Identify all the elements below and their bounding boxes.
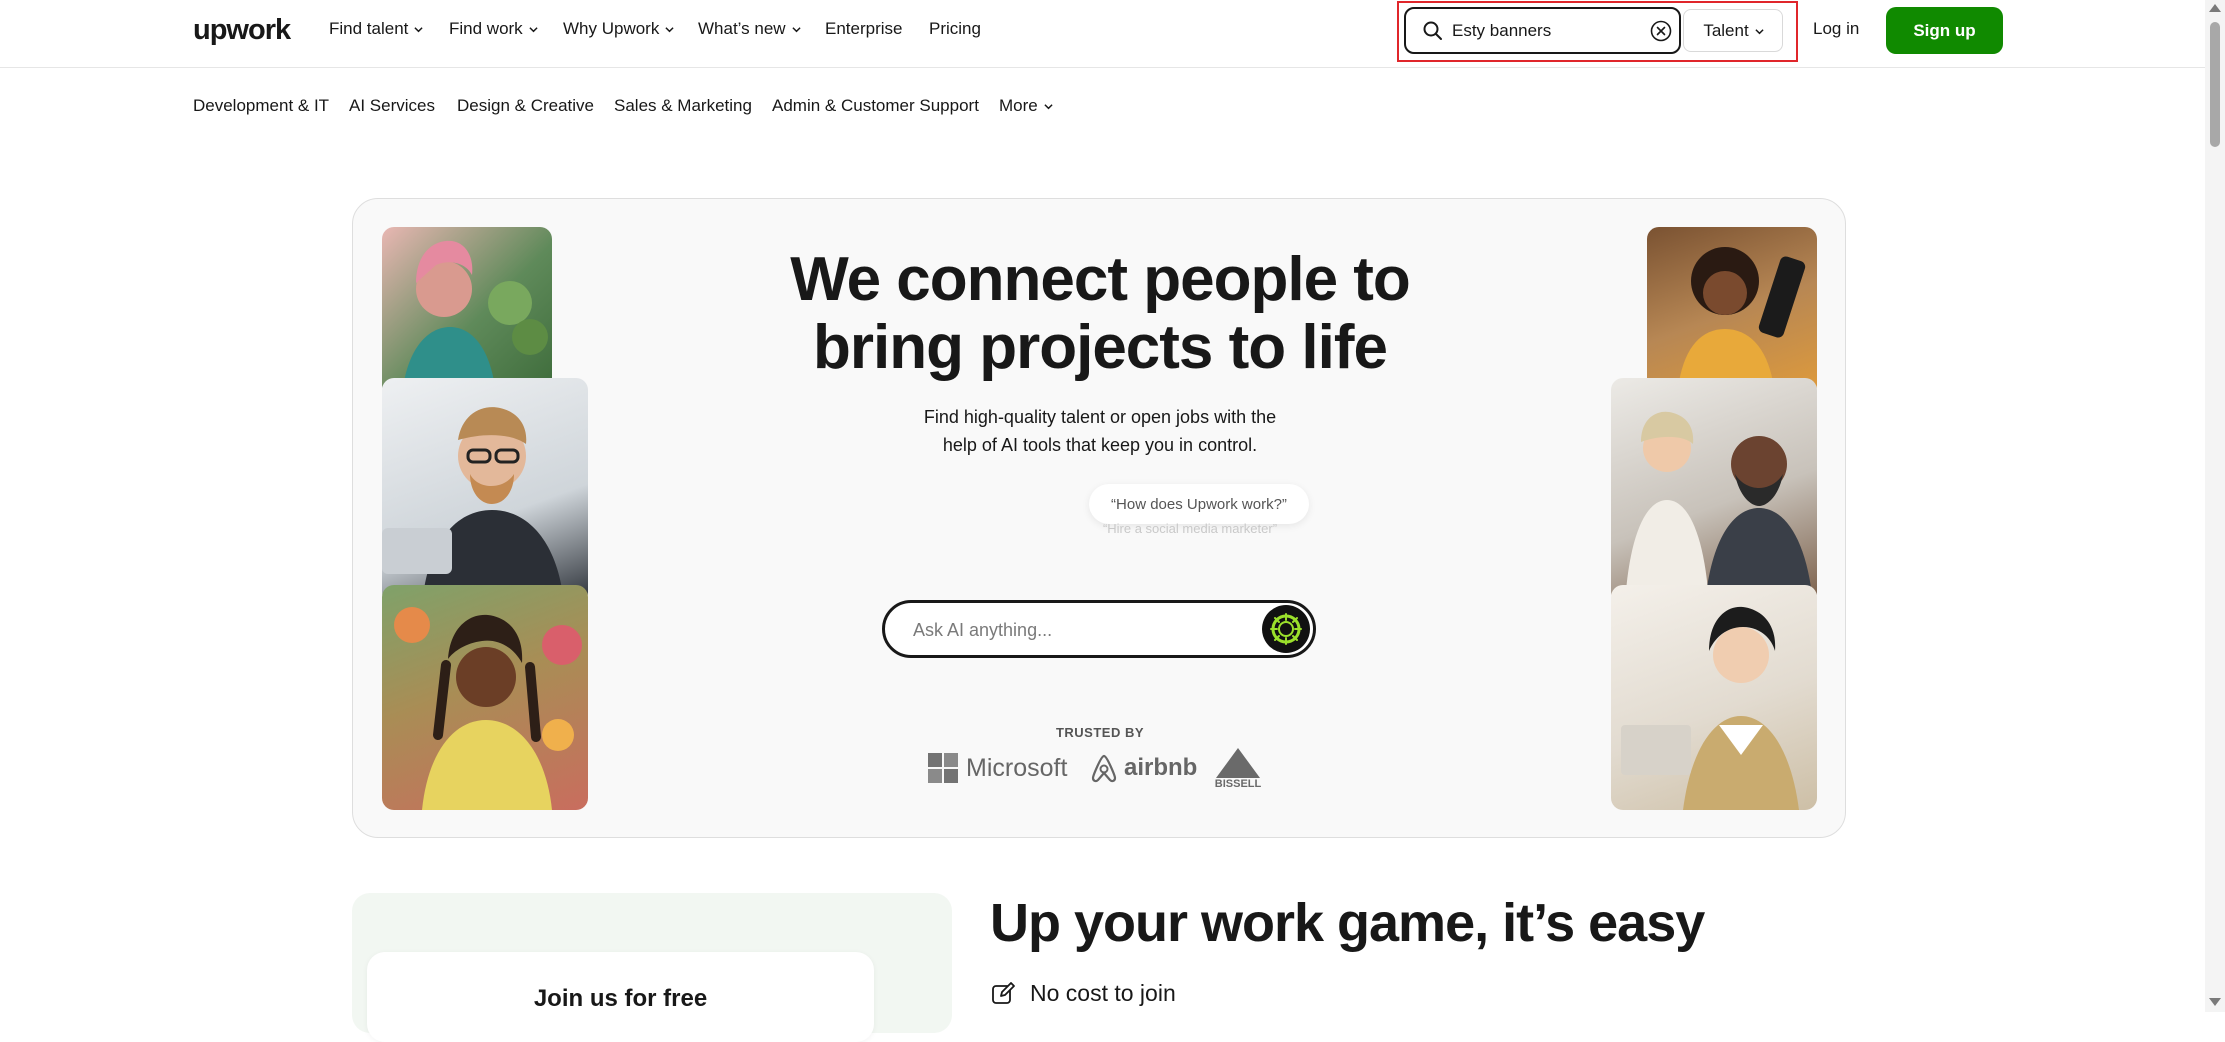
bissell-logo: BISSELL bbox=[1208, 746, 1268, 790]
category-ai-services[interactable]: AI Services bbox=[349, 96, 435, 116]
scrollbar-track[interactable] bbox=[2205, 0, 2225, 1012]
nav-find-work[interactable]: Find work bbox=[449, 19, 538, 39]
photo-freelancer-1 bbox=[382, 227, 552, 397]
section-headline: Up your work game, it’s easy bbox=[990, 893, 1705, 953]
airbnb-logo: airbnb bbox=[1090, 753, 1197, 783]
nav-why-upwork[interactable]: Why Upwork bbox=[563, 19, 674, 39]
category-more-label: More bbox=[999, 96, 1038, 115]
category-admin-support[interactable]: Admin & Customer Support bbox=[772, 96, 979, 116]
svg-text:BISSELL: BISSELL bbox=[1215, 778, 1262, 790]
search-icon bbox=[1422, 20, 1444, 42]
ai-submit-button[interactable] bbox=[1262, 605, 1310, 653]
benefit-no-cost: No cost to join bbox=[990, 980, 1176, 1007]
trusted-by-label: TRUSTED BY bbox=[1055, 725, 1145, 740]
category-more[interactable]: More bbox=[999, 96, 1053, 116]
bissell-icon: BISSELL bbox=[1215, 748, 1262, 790]
category-sales-marketing[interactable]: Sales & Marketing bbox=[614, 96, 752, 116]
chevron-down-icon bbox=[529, 25, 538, 33]
benefit-label: No cost to join bbox=[1030, 980, 1176, 1006]
search-field[interactable] bbox=[1404, 7, 1681, 54]
microsoft-icon bbox=[928, 753, 958, 783]
scrollbar-thumb[interactable] bbox=[2210, 22, 2220, 147]
nav-label: Find talent bbox=[329, 19, 409, 38]
category-development-it[interactable]: Development & IT bbox=[193, 96, 329, 116]
chevron-down-icon bbox=[414, 25, 423, 33]
nav-label: Pricing bbox=[929, 19, 981, 38]
search-type-dropdown[interactable]: Talent bbox=[1683, 9, 1783, 52]
join-title: Join us for free bbox=[533, 985, 708, 1012]
ai-prompt-suggestion-faded: “Hire a social media marketer” bbox=[1102, 521, 1278, 536]
hero-title-line-2: bring projects to life bbox=[813, 313, 1388, 382]
signup-button[interactable]: Sign up bbox=[1886, 7, 2003, 54]
search-type-label: Talent bbox=[1703, 20, 1749, 40]
photo-freelancer-2 bbox=[382, 378, 588, 604]
ai-search-input[interactable] bbox=[913, 618, 1233, 642]
photo-freelancer-3 bbox=[382, 585, 588, 810]
scroll-down-arrow-icon[interactable] bbox=[2209, 998, 2221, 1006]
microsoft-wordmark: Microsoft bbox=[966, 753, 1068, 782]
hero-title-line-1: We connect people to bbox=[790, 245, 1411, 314]
clear-search-icon[interactable] bbox=[1649, 19, 1673, 43]
airbnb-icon bbox=[1091, 754, 1117, 783]
category-design-creative[interactable]: Design & Creative bbox=[457, 96, 594, 116]
ai-search-field[interactable] bbox=[882, 600, 1316, 658]
hero-subtitle: Find high-quality talent or open jobs wi… bbox=[870, 403, 1330, 459]
edit-icon bbox=[992, 981, 1015, 1004]
airbnb-wordmark: airbnb bbox=[1124, 754, 1198, 781]
nav-pricing[interactable]: Pricing bbox=[929, 19, 981, 39]
scroll-up-arrow-icon[interactable] bbox=[2209, 4, 2221, 12]
nav-label: Why Upwork bbox=[563, 19, 660, 38]
chevron-down-icon bbox=[1044, 102, 1053, 110]
microsoft-logo: Microsoft bbox=[928, 753, 1067, 783]
nav-label: Find work bbox=[449, 19, 523, 38]
hero-title: We connect people to bring projects to l… bbox=[700, 246, 1500, 382]
nav-enterprise[interactable]: Enterprise bbox=[825, 19, 902, 39]
hero-subtitle-line-2: help of AI tools that keep you in contro… bbox=[942, 435, 1258, 455]
nav-find-talent[interactable]: Find talent bbox=[329, 19, 423, 39]
login-link[interactable]: Log in bbox=[1813, 19, 1859, 39]
hero-subtitle-line-1: Find high-quality talent or open jobs wi… bbox=[923, 407, 1277, 427]
nav-whats-new[interactable]: What’s new bbox=[698, 19, 801, 39]
upwork-logo[interactable]: upwork bbox=[193, 14, 291, 47]
photo-freelancer-6 bbox=[1611, 585, 1817, 810]
search-input[interactable] bbox=[1452, 19, 1622, 43]
chevron-down-icon bbox=[665, 25, 674, 33]
photo-freelancer-5 bbox=[1611, 378, 1817, 604]
ai-spark-icon bbox=[1270, 613, 1302, 645]
chevron-down-icon bbox=[791, 25, 801, 33]
photo-freelancer-4 bbox=[1647, 227, 1817, 397]
chevron-down-icon bbox=[1755, 27, 1764, 35]
nav-label: What’s new bbox=[698, 19, 786, 38]
nav-label: Enterprise bbox=[825, 19, 903, 38]
